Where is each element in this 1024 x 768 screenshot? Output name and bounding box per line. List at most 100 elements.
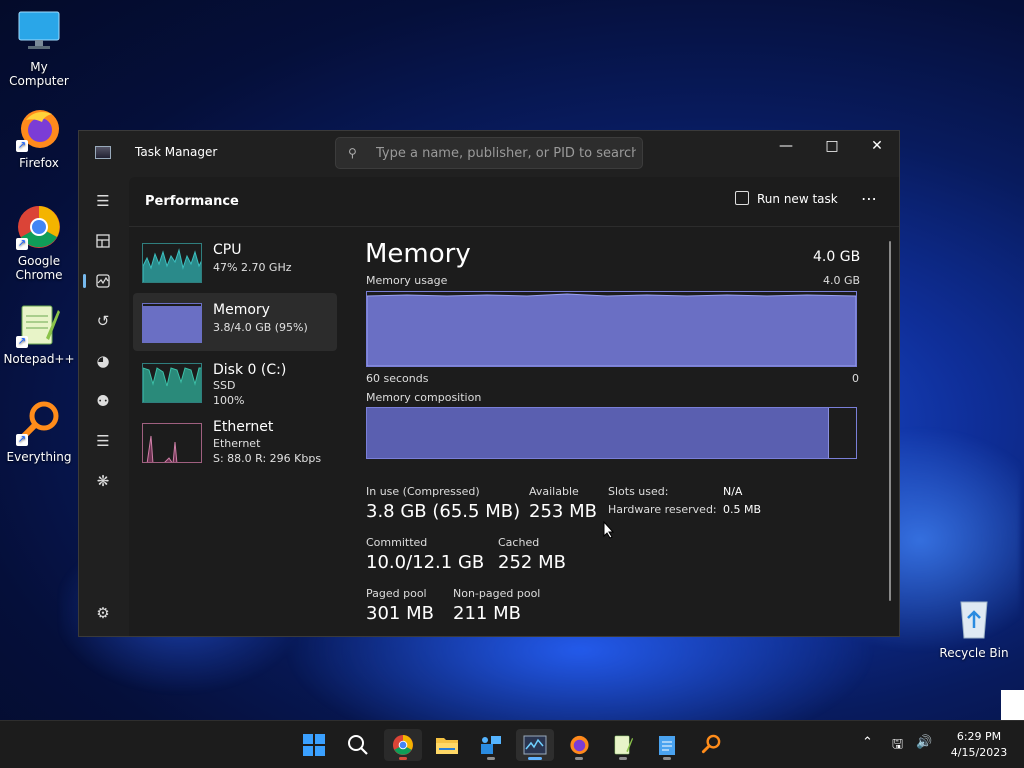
- memory-composition-bar[interactable]: [366, 407, 857, 459]
- search-input[interactable]: [376, 138, 636, 168]
- non-paged-pool-label: Non-paged pool: [453, 587, 541, 600]
- memory-usage-label: Memory usage: [366, 274, 448, 287]
- desktop-icon-firefox[interactable]: ↗ Firefox: [1, 106, 77, 170]
- taskbar-chrome[interactable]: [384, 729, 422, 761]
- chevron-up-icon: ⌃: [862, 735, 873, 750]
- monitor-icon: [16, 10, 62, 56]
- taskbar-task-manager[interactable]: [516, 729, 554, 761]
- taskbar-search-button[interactable]: [339, 729, 377, 761]
- network-app-icon: [481, 736, 501, 754]
- services-icon: ❋: [96, 472, 110, 490]
- run-task-icon: [735, 191, 749, 205]
- nav-users[interactable]: ⚉: [89, 387, 117, 415]
- folder-icon: [436, 738, 458, 754]
- in-use-value: 3.8 GB (65.5 MB): [366, 501, 521, 522]
- ethernet-thumbnail: [142, 423, 202, 463]
- window-title: Task Manager: [135, 145, 218, 159]
- run-new-task-label: Run new task: [757, 192, 838, 206]
- resource-detail: 47% 2.70 GHz: [213, 261, 292, 274]
- task-manager-window: Task Manager ⚲ — □ ✕ ☰ ↺ ◕ ⚉ ☰ ❋ ⚙ Perfo…: [78, 130, 900, 637]
- startup-apps-icon: ◕: [96, 352, 110, 370]
- details-icon: ☰: [96, 432, 110, 450]
- desktop-icon-notepadpp[interactable]: ↗ Notepad++: [1, 302, 77, 366]
- maximize-button[interactable]: □: [809, 131, 855, 163]
- desktop-icon-label: Everything: [6, 450, 72, 464]
- magnifier-icon: [701, 734, 721, 754]
- notepadpp-icon: ↗: [16, 302, 62, 348]
- search-box[interactable]: ⚲: [335, 137, 643, 169]
- performance-icon: [96, 274, 110, 288]
- resource-name: CPU: [213, 242, 242, 258]
- taskbar-notepadpp[interactable]: [604, 729, 642, 761]
- running-indicator: [399, 757, 407, 760]
- windows-logo-icon: [303, 734, 325, 756]
- title-bar[interactable]: Task Manager ⚲ — □ ✕: [79, 131, 899, 177]
- notepad-icon: [659, 736, 675, 755]
- paged-pool-value: 301 MB: [366, 603, 434, 624]
- nav-app-history[interactable]: ↺: [89, 307, 117, 335]
- running-indicator: [487, 757, 495, 760]
- memory-usage-max: 4.0 GB: [823, 274, 861, 287]
- cached-label: Cached: [498, 536, 540, 549]
- resource-ethernet[interactable]: Ethernet Ethernet S: 88.0 R: 296 Kbps: [133, 413, 337, 475]
- taskbar-clock[interactable]: 6:29 PM 4/15/2023: [946, 729, 1012, 761]
- network-icon: 🖫: [892, 737, 904, 752]
- chrome-icon: ↗: [16, 204, 62, 250]
- resource-detail: SSD: [213, 379, 236, 392]
- search-icon: ⚲: [348, 146, 357, 160]
- search-icon: [348, 735, 368, 755]
- running-indicator: [528, 757, 542, 760]
- resource-disk[interactable]: Disk 0 (C:) SSD 100%: [133, 353, 337, 411]
- settings-icon: ⚙: [96, 604, 110, 622]
- desktop-icon-label: Google Chrome: [15, 254, 63, 282]
- processes-icon: [96, 234, 110, 248]
- desktop-icon-label: Notepad++: [3, 352, 75, 366]
- more-options-button[interactable]: ⋯: [861, 189, 878, 208]
- nav-startup-apps[interactable]: ◕: [89, 347, 117, 375]
- nav-details[interactable]: ☰: [89, 427, 117, 455]
- recycle-bin-icon: [951, 596, 997, 642]
- taskbar-notepad[interactable]: [648, 729, 686, 761]
- in-use-label: In use (Compressed): [366, 485, 480, 498]
- close-button[interactable]: ✕: [854, 131, 899, 163]
- notepadpp-icon: [614, 735, 634, 755]
- nav-services[interactable]: ❋: [89, 467, 117, 495]
- slots-used-label: Slots used:: [608, 485, 669, 498]
- resource-name: Ethernet: [213, 419, 274, 435]
- hamburger-menu-button[interactable]: ☰: [89, 187, 117, 215]
- volume-button[interactable]: 🔊: [916, 735, 932, 750]
- taskbar-firefox[interactable]: [560, 729, 598, 761]
- taskbar-everything[interactable]: [692, 729, 730, 761]
- graph-time-label: 60 seconds: [366, 372, 429, 385]
- sidebar-nav: ☰ ↺ ◕ ⚉ ☰ ❋ ⚙: [79, 177, 127, 636]
- resource-memory[interactable]: Memory 3.8/4.0 GB (95%): [133, 293, 337, 351]
- nav-processes[interactable]: [89, 227, 117, 255]
- minimize-button[interactable]: —: [763, 131, 809, 163]
- start-button[interactable]: [295, 729, 333, 761]
- performance-page: Performance Run new task ⋯ CPU 47% 2.70 …: [129, 177, 899, 636]
- memory-usage-graph: [366, 291, 857, 367]
- taskbar-file-explorer[interactable]: [428, 729, 466, 761]
- resource-name: Disk 0 (C:): [213, 362, 287, 378]
- cpu-thumbnail: [142, 243, 202, 283]
- shortcut-arrow-icon: ↗: [16, 434, 28, 446]
- nav-settings[interactable]: ⚙: [89, 599, 117, 627]
- network-status-button[interactable]: 🖫: [892, 735, 903, 757]
- desktop-icon-recycle-bin[interactable]: Recycle Bin: [936, 596, 1012, 660]
- more-icon: ⋯: [861, 189, 878, 208]
- vertical-scrollbar[interactable]: [889, 241, 891, 601]
- run-new-task-button[interactable]: Run new task: [735, 191, 838, 213]
- nav-performance[interactable]: [83, 267, 117, 295]
- desktop-icon-my-computer[interactable]: My Computer: [1, 10, 77, 88]
- desktop-icon-label: Firefox: [19, 156, 59, 170]
- memory-thumbnail: [142, 303, 202, 343]
- running-indicator: [619, 757, 627, 760]
- desktop-icon-chrome[interactable]: ↗ Google Chrome: [1, 204, 77, 282]
- memory-composition-label: Memory composition: [366, 391, 482, 404]
- desktop-icon-everything[interactable]: ↗ Everything: [1, 400, 77, 464]
- resource-cpu[interactable]: CPU 47% 2.70 GHz: [133, 233, 337, 291]
- clock-time: 6:29 PM: [956, 730, 1002, 743]
- taskbar-network-app[interactable]: [472, 729, 510, 761]
- page-title: Performance: [145, 194, 239, 209]
- show-hidden-icons-button[interactable]: ⌃: [862, 735, 873, 750]
